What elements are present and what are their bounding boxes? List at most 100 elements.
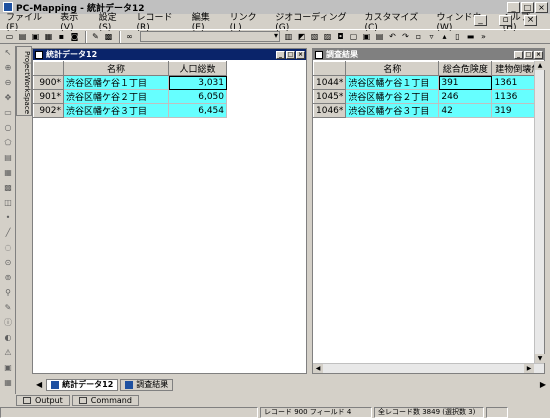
grid-icon[interactable]: ▩ — [103, 31, 114, 42]
row-icon[interactable]: ▬ — [465, 31, 476, 42]
cell-name[interactable]: 渋谷区幡ケ谷１丁目 — [345, 75, 440, 90]
pan-icon[interactable]: ✥ — [2, 92, 14, 104]
point-tool-icon[interactable]: • — [2, 212, 14, 224]
tab-stats-data[interactable]: 統計データ12 — [46, 378, 119, 391]
mdi-restore-icon[interactable]: ▫ — [499, 15, 512, 26]
find-icon[interactable]: ▫ — [413, 31, 424, 42]
column-header-overall-risk[interactable]: 総合危険度 — [438, 61, 493, 76]
edit-tool-icon[interactable]: ✎ — [2, 302, 14, 314]
tab-next-icon[interactable]: ▶ — [540, 380, 546, 389]
style-tool-icon[interactable]: ◐ — [2, 332, 14, 344]
column-icon[interactable]: ▯ — [452, 31, 463, 42]
cell-name[interactable]: 渋谷区幡ケ谷３丁目 — [63, 103, 169, 118]
row-id[interactable]: 901* — [33, 89, 64, 104]
select-rect-icon[interactable]: ▭ — [2, 107, 14, 119]
label-tool-icon[interactable]: ⊚ — [2, 272, 14, 284]
export-tool-icon[interactable]: ▣ — [2, 362, 14, 374]
tab-output[interactable]: Output — [16, 394, 70, 406]
layer-icon[interactable]: ▤ — [2, 152, 14, 164]
column-header-population[interactable]: 人口総数 — [168, 61, 227, 76]
print-icon[interactable]: ▨ — [322, 31, 333, 42]
cell-name[interactable]: 渋谷区幡ケ谷２丁目 — [63, 89, 169, 104]
cell-overall-risk[interactable]: 246 — [438, 89, 493, 104]
project-workspace-tab[interactable]: ProjectWorkSpace — [16, 46, 32, 116]
zoom-in-icon[interactable]: ⊕ — [2, 62, 14, 74]
row-header-corner[interactable] — [33, 61, 64, 76]
layer-combo[interactable] — [140, 31, 280, 42]
pointer-tool-icon[interactable]: ↖ — [2, 47, 14, 59]
cell-overall-risk[interactable]: 391 — [438, 75, 493, 90]
chart-icon[interactable]: ◩ — [296, 31, 307, 42]
grid-tool-icon[interactable]: ▦ — [2, 377, 14, 389]
row-id[interactable]: 1045* — [312, 89, 347, 104]
column-header-name[interactable]: 名称 — [345, 61, 440, 76]
column-header-name[interactable]: 名称 — [63, 61, 169, 76]
database-icon[interactable]: ◘ — [335, 31, 346, 42]
table-row[interactable]: 900* 渋谷区幡ケ谷１丁目 3,031 — [33, 75, 227, 90]
table-row[interactable]: 902* 渋谷区幡ケ谷３丁目 6,454 — [33, 103, 227, 118]
cell-name[interactable]: 渋谷区幡ケ谷１丁目 — [63, 75, 169, 90]
stats-close-icon[interactable]: × — [296, 50, 305, 59]
mdi-minimize-icon[interactable]: _ — [474, 15, 487, 26]
cut-icon[interactable]: ▤ — [374, 31, 385, 42]
warning-tool-icon[interactable]: ⚠ — [2, 347, 14, 359]
survey-minimize-icon[interactable]: _ — [514, 50, 523, 59]
disk-icon[interactable]: ▪ — [56, 31, 67, 42]
survey-maximize-icon[interactable]: □ — [524, 50, 533, 59]
row-id[interactable]: 900* — [33, 75, 64, 90]
tab-prev-icon[interactable]: ◀ — [36, 380, 42, 389]
tab-command[interactable]: Command — [71, 394, 139, 406]
cell-population[interactable]: 6,050 — [168, 89, 227, 104]
measure-tool-icon[interactable]: ⊙ — [2, 257, 14, 269]
row-id[interactable]: 1046* — [312, 103, 347, 118]
scroll-up-icon[interactable]: ▲ — [535, 61, 545, 70]
new-file-icon[interactable]: ▭ — [4, 31, 15, 42]
image-icon[interactable]: ▧ — [309, 31, 320, 42]
table-row[interactable]: 1046* 渋谷区幡ケ谷３丁目 42 319 — [312, 103, 544, 118]
redo-icon[interactable]: ↷ — [400, 31, 411, 42]
table-row[interactable]: 1045* 渋谷区幡ケ谷２丁目 246 1136 — [312, 89, 544, 104]
save-all-icon[interactable]: ▦ — [43, 31, 54, 42]
table-tool-icon[interactable]: ▦ — [2, 167, 14, 179]
row-header-corner[interactable] — [312, 61, 347, 76]
row-id[interactable]: 902* — [33, 103, 64, 118]
zoom-out-icon[interactable]: ⊖ — [2, 77, 14, 89]
line-tool-icon[interactable]: ╱ — [2, 227, 14, 239]
info-tool-icon[interactable]: ⓘ — [2, 317, 14, 329]
copy-icon[interactable]: ▢ — [348, 31, 359, 42]
open-folder-icon[interactable]: ▤ — [17, 31, 28, 42]
settings-icon[interactable]: ◙ — [69, 31, 80, 42]
tab-survey-results[interactable]: 調査結果 — [120, 378, 174, 391]
link-icon[interactable]: ∞ — [124, 31, 135, 42]
select-circle-icon[interactable]: ○ — [2, 122, 14, 134]
stats-minimize-icon[interactable]: _ — [276, 50, 285, 59]
cell-name[interactable]: 渋谷区幡ケ谷３丁目 — [345, 103, 440, 118]
table-row[interactable]: 1044* 渋谷区幡ケ谷１丁目 391 1361 — [312, 75, 544, 90]
graph-tool-icon[interactable]: ◫ — [2, 197, 14, 209]
map-tool-icon[interactable]: ▩ — [2, 182, 14, 194]
row-id[interactable]: 1044* — [312, 75, 347, 90]
select-polygon-icon[interactable]: ⬠ — [2, 137, 14, 149]
tool-icon[interactable]: ✎ — [90, 31, 101, 42]
search-tool-icon[interactable]: ⚲ — [2, 287, 14, 299]
survey-close-icon[interactable]: × — [534, 50, 543, 59]
save-icon[interactable]: ▣ — [30, 31, 41, 42]
more-icon[interactable]: » — [478, 31, 489, 42]
area-tool-icon[interactable]: ◌ — [2, 242, 14, 254]
scroll-down-icon[interactable]: ▼ — [535, 354, 545, 363]
filter-icon[interactable]: ▿ — [426, 31, 437, 42]
stats-maximize-icon[interactable]: □ — [286, 50, 295, 59]
horizontal-scrollbar[interactable]: ◀ ▶ — [313, 363, 544, 373]
cell-name[interactable]: 渋谷区幡ケ谷２丁目 — [345, 89, 440, 104]
mdi-close-icon[interactable]: × — [524, 15, 537, 26]
scroll-right-icon[interactable]: ▶ — [524, 364, 534, 373]
cell-overall-risk[interactable]: 42 — [438, 103, 493, 118]
table-row[interactable]: 901* 渋谷区幡ケ谷２丁目 6,050 — [33, 89, 227, 104]
cell-population[interactable]: 3,031 — [168, 75, 227, 90]
table-icon[interactable]: ▥ — [283, 31, 294, 42]
sort-icon[interactable]: ▴ — [439, 31, 450, 42]
vertical-scrollbar[interactable]: ▲ ▼ — [534, 61, 545, 363]
paste-icon[interactable]: ▣ — [361, 31, 372, 42]
cell-population[interactable]: 6,454 — [168, 103, 227, 118]
undo-icon[interactable]: ↶ — [387, 31, 398, 42]
